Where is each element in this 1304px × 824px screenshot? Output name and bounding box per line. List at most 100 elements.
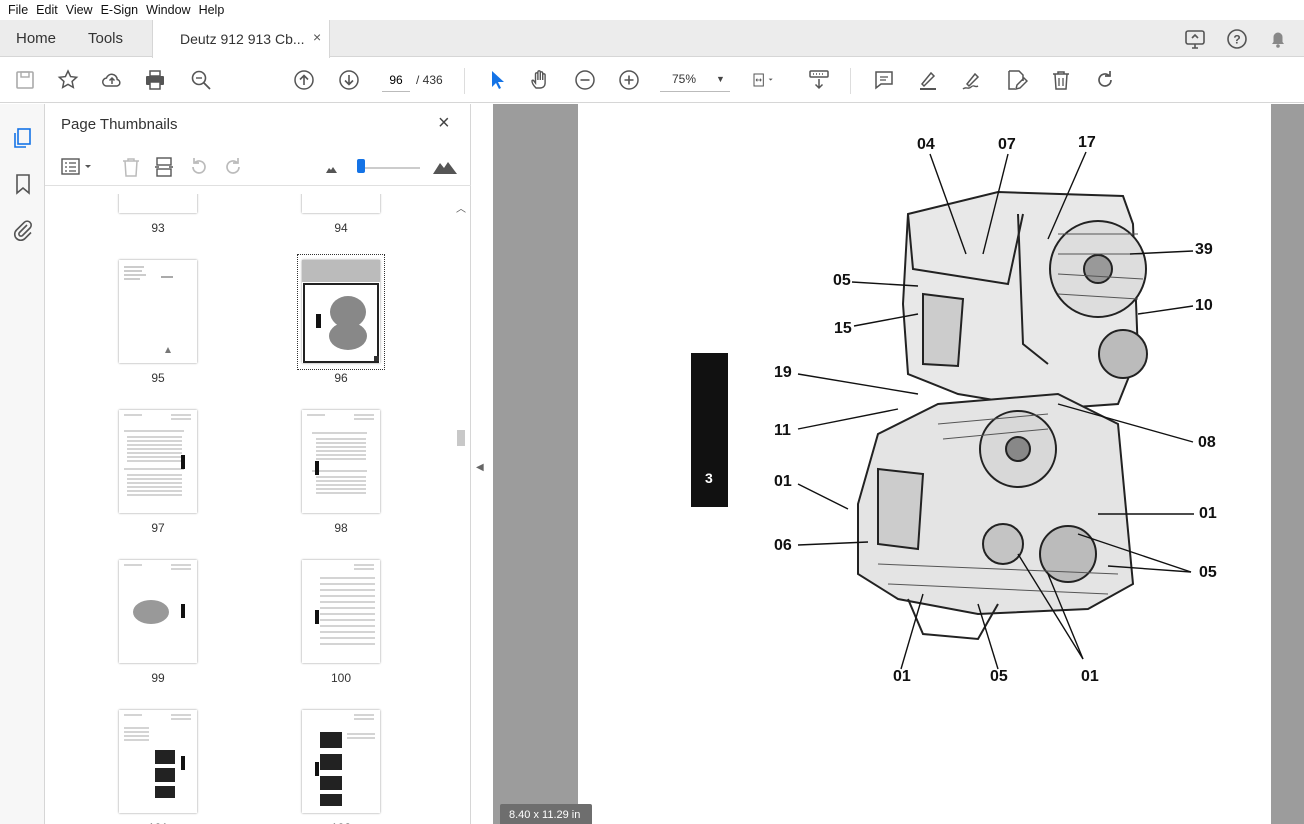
small-mountain-icon	[320, 155, 344, 179]
bookmarks-icon[interactable]	[11, 172, 35, 196]
svg-text:?: ?	[1233, 33, 1240, 47]
chevron-down-icon: ▼	[716, 74, 725, 84]
toolbar-divider	[464, 68, 465, 94]
main-toolbar: / 436 75% ▼	[0, 58, 1304, 103]
zoom-in-icon[interactable]	[617, 68, 641, 92]
edit-document-icon[interactable]	[1004, 68, 1029, 92]
panel-toolbar	[45, 148, 471, 186]
share-screen-icon[interactable]	[1183, 27, 1207, 51]
comment-icon[interactable]	[872, 68, 896, 92]
thumbnail-options-icon[interactable]	[59, 155, 95, 179]
search-zoom-icon[interactable]	[189, 68, 213, 92]
tab-close-button[interactable]: ×	[313, 29, 321, 45]
menu-bar: File Edit View E-Sign Window Help	[0, 0, 1304, 20]
page-total: / 436	[416, 73, 443, 87]
menu-help[interactable]: Help	[195, 3, 229, 17]
save-icon[interactable]	[13, 68, 37, 92]
callout-label: 05	[1199, 564, 1217, 581]
tab-tools[interactable]: Tools	[88, 30, 123, 47]
hand-tool-icon[interactable]	[528, 68, 552, 92]
print-icon[interactable]	[143, 68, 167, 92]
page-fit-icon[interactable]	[752, 68, 788, 92]
thumbnail-scrollbar[interactable]: ︿	[452, 194, 469, 824]
page-thumbnail[interactable]	[302, 194, 380, 213]
delete-page-icon[interactable]	[119, 155, 143, 179]
page-thumbnail[interactable]	[119, 194, 197, 213]
attachments-paperclip-icon[interactable]	[11, 218, 35, 242]
page-thumbnail[interactable]	[119, 260, 197, 363]
help-icon[interactable]: ?	[1225, 27, 1249, 51]
thumbnail-label: 94	[334, 221, 348, 235]
callout-label: 01	[893, 668, 911, 685]
page-size-badge: 8.40 x 11.29 in	[500, 804, 592, 824]
page-thumbnail[interactable]	[302, 710, 380, 813]
page-thumbnail[interactable]	[119, 710, 197, 813]
bookmark-star-icon[interactable]	[56, 68, 80, 92]
thumbnail-label: 97	[151, 521, 165, 535]
section-tab-number: 3	[705, 470, 713, 486]
scrollbar-thumb[interactable]	[457, 430, 465, 446]
rotate-redo-icon[interactable]	[1093, 68, 1117, 92]
callout-label: 04	[917, 136, 935, 153]
page-thumbnail[interactable]	[302, 410, 380, 513]
page-thumbnail[interactable]	[119, 410, 197, 513]
page-number-input[interactable]	[382, 68, 410, 92]
zoom-select[interactable]: 75% ▼	[660, 68, 730, 92]
large-mountain-icon	[431, 155, 459, 179]
select-cursor-icon[interactable]	[485, 68, 509, 92]
menu-window[interactable]: Window	[142, 3, 194, 17]
panel-close-button[interactable]: ×	[438, 112, 450, 135]
page-thumbnail[interactable]	[119, 560, 197, 663]
callout-label: 19	[774, 364, 792, 381]
callout-label: 01	[1199, 505, 1217, 522]
zoom-out-icon[interactable]	[573, 68, 597, 92]
menu-view[interactable]: View	[62, 3, 97, 17]
page-thumbnails-icon[interactable]	[11, 126, 35, 150]
thumbnail-size-slider-handle[interactable]	[357, 159, 365, 173]
highlight-pen-icon[interactable]	[916, 68, 940, 92]
panel-title: Page Thumbnails	[61, 116, 178, 133]
callout-label: 05	[833, 272, 851, 289]
engine-illustration	[691, 151, 1194, 670]
callout-label: 10	[1195, 297, 1213, 314]
callout-label: 17	[1078, 134, 1096, 151]
draw-sign-icon[interactable]	[960, 68, 984, 92]
thumbnails-panel: Page Thumbnails × 93 94 95 96 97 98 99 1…	[45, 104, 471, 824]
left-rail	[0, 104, 45, 824]
tab-bar: Home Tools Deutz 912 913 Cb... × ?	[0, 20, 1304, 58]
document-view[interactable]: 04 07 17 39 05 10 15 19 11 08 01 01 06 0…	[493, 104, 1304, 824]
page-thumbnail-selected[interactable]	[302, 260, 380, 363]
scroll-up-icon[interactable]: ︿	[456, 200, 466, 215]
rotate-right-icon[interactable]	[221, 155, 245, 179]
scroll-mode-icon[interactable]	[807, 68, 831, 92]
upload-cloud-icon[interactable]	[100, 68, 124, 92]
thumbnail-label: 98	[334, 521, 348, 535]
menu-file[interactable]: File	[4, 3, 32, 17]
callout-label: 06	[774, 537, 792, 554]
callout-label: 15	[834, 320, 852, 337]
menu-esign[interactable]: E-Sign	[97, 3, 143, 17]
thumbnail-list: 93 94 95 96 97 98 99 100	[45, 194, 453, 824]
tab-document-title: Deutz 912 913 Cb...	[180, 31, 305, 47]
thumbnail-size-slider-track[interactable]	[360, 167, 420, 169]
callout-label: 07	[998, 136, 1016, 153]
rotate-left-icon[interactable]	[187, 155, 211, 179]
thumbnail-label: 93	[151, 221, 165, 235]
thumbnail-label: 99	[151, 671, 165, 685]
callout-label: 05	[990, 668, 1008, 685]
thumbnail-label: 95	[151, 371, 165, 385]
zoom-value: 75%	[672, 72, 697, 86]
next-page-icon[interactable]	[337, 68, 361, 92]
delete-trash-icon[interactable]	[1049, 68, 1073, 92]
callout-label: 01	[774, 473, 792, 490]
thumbnail-label: 100	[330, 671, 352, 685]
collapse-panel-icon[interactable]: ◀	[476, 462, 484, 473]
tab-document[interactable]: Deutz 912 913 Cb... ×	[152, 20, 330, 58]
toolbar-divider	[850, 68, 851, 94]
tab-home[interactable]: Home	[16, 30, 56, 47]
previous-page-icon[interactable]	[292, 68, 316, 92]
notification-bell-icon[interactable]	[1266, 27, 1290, 51]
insert-page-icon[interactable]	[152, 155, 176, 179]
page-thumbnail[interactable]	[302, 560, 380, 663]
menu-edit[interactable]: Edit	[32, 3, 62, 17]
